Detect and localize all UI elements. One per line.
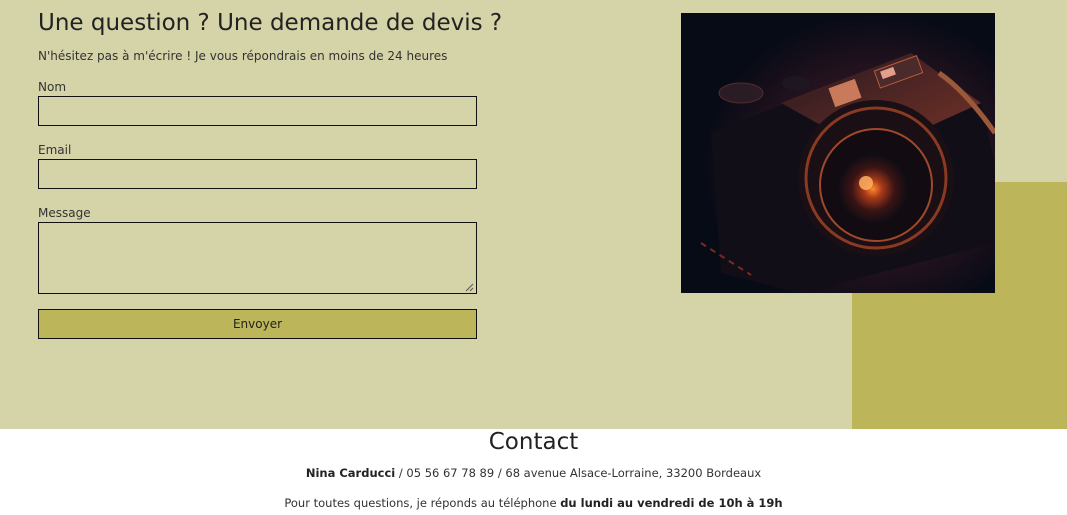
contact-details: Nina Carducci / 05 56 67 78 89 / 68 aven… [0,466,1067,480]
contact-info: / 05 56 67 78 89 / 68 avenue Alsace-Lorr… [395,466,762,480]
message-label: Message [38,206,91,220]
message-field[interactable] [38,222,477,294]
contact-section: Contact Nina Carducci / 05 56 67 78 89 /… [0,429,1067,515]
camera-image [681,13,995,293]
contact-hours-days: du lundi au vendredi de 10h à 19h [560,496,783,510]
contact-hours: Pour toutes questions, je réponds au tél… [0,496,1067,510]
email-field[interactable] [38,159,477,189]
contact-title: Contact [488,429,579,455]
name-label: Nom [38,80,67,94]
page-subtitle: N'hésitez pas à m'écrire ! Je vous répon… [38,49,448,63]
contact-name: Nina Carducci [305,466,396,480]
resize-grip-icon[interactable] [465,283,474,292]
contact-hours-prefix: Pour toutes questions, je réponds au tél… [284,496,561,510]
camera-photo [681,13,995,293]
submit-button[interactable]: Envoyer [38,309,477,339]
name-field[interactable] [38,96,477,126]
email-label: Email [38,143,72,157]
quote-section: Une question ? Une demande de devis ? N'… [0,0,1067,429]
page-title: Une question ? Une demande de devis ? [38,10,503,36]
